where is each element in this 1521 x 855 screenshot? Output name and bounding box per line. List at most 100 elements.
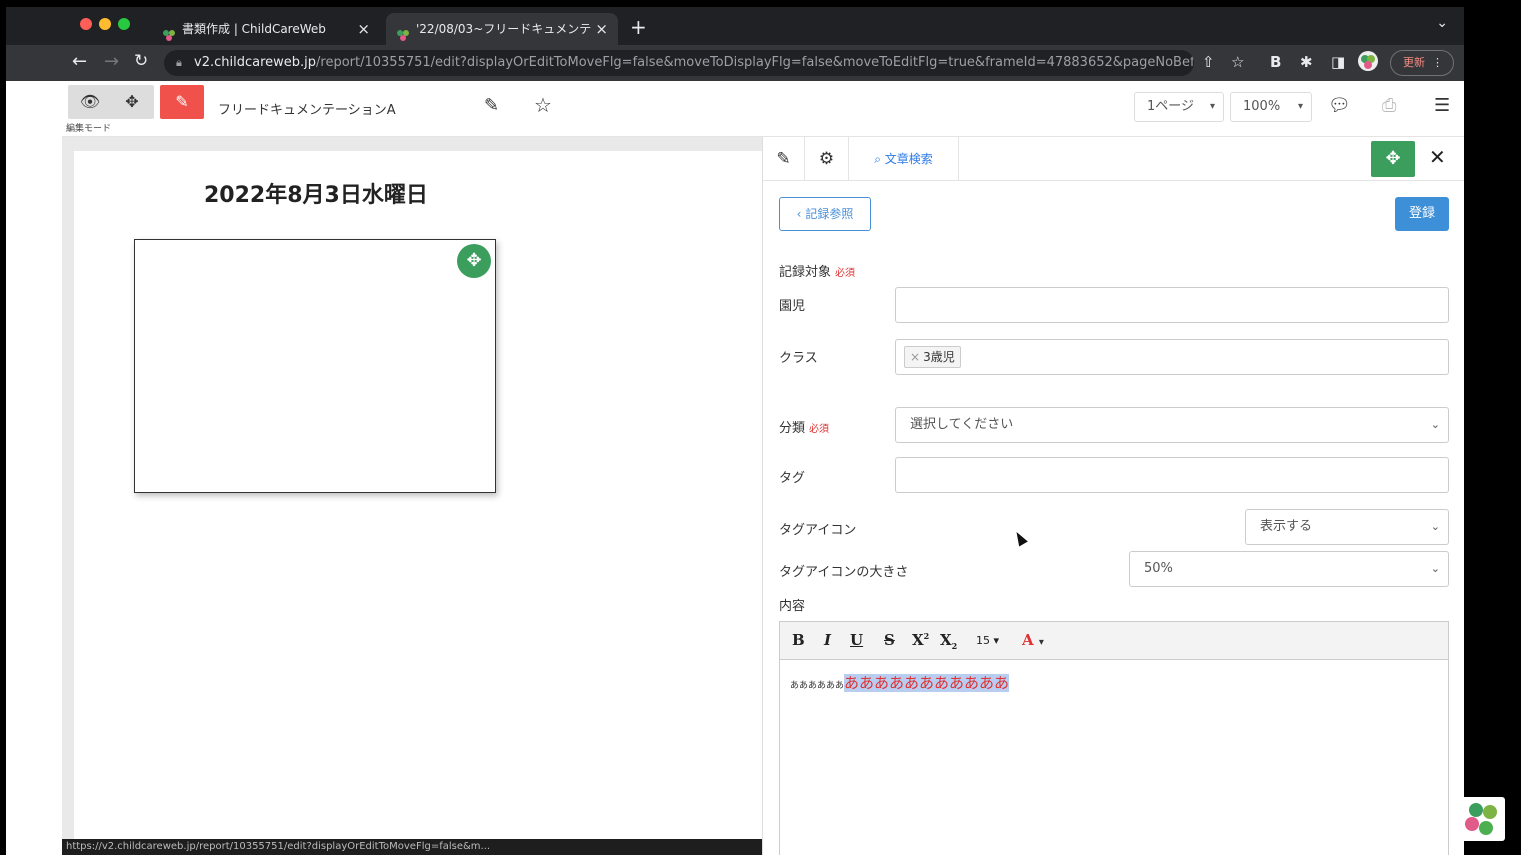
- required-badge: 必須: [835, 268, 856, 279]
- content-normal-text: ああああああ: [790, 681, 845, 691]
- subscript-icon[interactable]: X2: [940, 631, 957, 651]
- category-select[interactable]: 選択してください ⌄: [895, 407, 1449, 443]
- side-panel-icon[interactable]: ◨: [1331, 53, 1345, 71]
- url-path: /report/10355751/edit?displayOrEditToMov…: [316, 55, 1194, 70]
- remove-chip-icon[interactable]: ×: [910, 350, 920, 364]
- category-text: 分類: [779, 421, 806, 436]
- page-select-value: 1ページ: [1147, 99, 1195, 114]
- panel-tabs: ✎ ⚙ ⌕ 文章検索 ✥ ✕: [763, 137, 1464, 181]
- mode-label: 編集モード: [66, 124, 112, 134]
- app-toolbar: 👁︎ ✥ ✎ 編集モード フリードキュメンテーションA ✎ ☆ 1ページ ▾ 1…: [62, 81, 1464, 137]
- content-label: 内容: [779, 599, 806, 614]
- hamburger-menu-icon[interactable]: ☰: [1434, 95, 1450, 116]
- mode-switch: 👁︎ ✥: [68, 85, 154, 119]
- view-mode-eye-icon[interactable]: 👁︎: [68, 85, 112, 119]
- tag-icon-size-value: 50%: [1144, 561, 1173, 576]
- share-icon[interactable]: ⇧: [1202, 53, 1215, 71]
- tab-search-chevron-icon[interactable]: ⌄: [1436, 15, 1448, 31]
- status-url: https://v2.childcareweb.jp/report/103557…: [62, 839, 776, 855]
- comment-icon[interactable]: 💬︎: [1328, 95, 1351, 116]
- close-icon[interactable]: ✕: [1429, 145, 1446, 169]
- record-reference-label: 記録参照: [805, 207, 854, 221]
- chevron-down-icon: ▾: [1209, 101, 1215, 112]
- register-button[interactable]: 登録: [1395, 197, 1449, 231]
- chevron-left-icon: ‹: [796, 207, 802, 221]
- strikethrough-icon[interactable]: S: [884, 631, 895, 649]
- editor-toolbar: B I U S X2 X2 15 ▾ A ▾: [780, 622, 1448, 660]
- tag-field[interactable]: [895, 457, 1449, 493]
- close-tab-icon[interactable]: ×: [595, 13, 608, 45]
- childcare-favicon-icon: [396, 22, 410, 41]
- minimize-window-button[interactable]: [99, 18, 111, 30]
- tag-icon-select[interactable]: 表示する ⌄: [1245, 509, 1449, 545]
- rename-pencil-icon[interactable]: ✎: [484, 95, 499, 116]
- rich-text-editor[interactable]: B I U S X2 X2 15 ▾ A ▾ あああああああああああああああああ: [779, 621, 1449, 855]
- favorite-star-icon[interactable]: ☆: [534, 93, 552, 117]
- font-size-dropdown[interactable]: 15 ▾: [976, 634, 999, 647]
- move-mode-icon[interactable]: ✥: [110, 85, 154, 119]
- document-title: フリードキュメンテーションA: [218, 103, 396, 118]
- edit-mode-pencil-icon[interactable]: ✎: [160, 85, 204, 119]
- reload-icon[interactable]: ↻: [134, 51, 148, 71]
- superscript-icon[interactable]: X2: [912, 631, 929, 649]
- bookmark-star-icon[interactable]: ☆: [1231, 53, 1244, 71]
- zoom-select[interactable]: 100% ▾: [1230, 92, 1312, 122]
- childcare-favicon-icon: [162, 22, 176, 41]
- forward-arrow-icon[interactable]: →: [104, 51, 119, 72]
- print-icon[interactable]: ⎙: [1382, 95, 1396, 116]
- close-window-button[interactable]: [80, 18, 92, 30]
- tab-title: 書類作成 | ChildCareWeb: [182, 22, 326, 36]
- browser-window: 書類作成 | ChildCareWeb × '22/08/03~フリードキュメン…: [6, 7, 1464, 855]
- tab-edit-icon[interactable]: ✎: [763, 137, 805, 181]
- update-button[interactable]: 更新 ⋮: [1390, 50, 1454, 76]
- child-field[interactable]: [895, 287, 1449, 323]
- tab-text-search[interactable]: ⌕ 文章検索: [849, 137, 959, 181]
- document-canvas: 2022年8月3日水曜日 ✥: [62, 137, 764, 855]
- record-target-label: 記録対象 必須: [779, 261, 855, 280]
- tab-title: '22/08/03~フリードキュメンテ: [416, 22, 592, 36]
- tag-label: タグ: [779, 471, 806, 486]
- search-icon: ⌕: [874, 152, 881, 166]
- back-arrow-icon[interactable]: ←: [72, 51, 87, 72]
- tag-icon-value: 表示する: [1260, 519, 1313, 534]
- child-label: 園児: [779, 299, 806, 314]
- class-field[interactable]: × 3歳児: [895, 339, 1449, 375]
- close-tab-icon[interactable]: ×: [357, 13, 370, 45]
- extensions-puzzle-icon[interactable]: ✱: [1300, 53, 1313, 71]
- chevron-down-icon: ▾: [1297, 101, 1303, 112]
- childcareweb-logo-icon: [1461, 797, 1505, 841]
- profile-avatar[interactable]: [1358, 51, 1378, 75]
- url-field[interactable]: 🔒︎ v2.childcareweb.jp/report/10355751/ed…: [164, 50, 1194, 76]
- logo-dot: [1479, 821, 1493, 835]
- date-title: 2022年8月3日水曜日: [204, 183, 428, 208]
- bold-icon[interactable]: B: [792, 631, 805, 649]
- class-chip-label: 3歳児: [923, 350, 955, 364]
- kebab-menu-icon[interactable]: ⋮: [1432, 51, 1443, 75]
- font-color-icon[interactable]: A ▾: [1022, 631, 1044, 649]
- chevron-down-icon: ⌄: [1430, 520, 1440, 533]
- class-chip[interactable]: × 3歳児: [904, 346, 961, 368]
- page-select[interactable]: 1ページ ▾: [1134, 92, 1224, 122]
- panel-move-icon[interactable]: ✥: [1371, 141, 1415, 177]
- tag-icon-size-select[interactable]: 50% ⌄: [1129, 551, 1449, 587]
- tab-free-documentation[interactable]: '22/08/03~フリードキュメンテ ×: [386, 13, 618, 45]
- edit-panel: ✎ ⚙ ⌕ 文章検索 ✥ ✕ ‹ 記録参照 登録 記録対象 必須 園児 クラス ×…: [762, 137, 1464, 855]
- record-reference-button[interactable]: ‹ 記録参照: [779, 197, 871, 231]
- extension-b-icon[interactable]: B: [1270, 53, 1281, 71]
- underline-icon[interactable]: U: [850, 631, 863, 649]
- logo-dot: [1465, 817, 1479, 831]
- move-handle-icon[interactable]: ✥: [457, 244, 491, 278]
- tab-childcareweb[interactable]: 書類作成 | ChildCareWeb ×: [152, 13, 380, 45]
- tab-settings-gear-icon[interactable]: ⚙: [805, 137, 849, 181]
- content-frame[interactable]: ✥: [134, 239, 496, 493]
- logo-dot: [1469, 803, 1483, 817]
- italic-icon[interactable]: I: [824, 631, 831, 649]
- tab-bar: 書類作成 | ChildCareWeb × '22/08/03~フリードキュメン…: [6, 7, 1464, 45]
- maximize-window-button[interactable]: [118, 18, 130, 30]
- new-tab-icon[interactable]: +: [630, 15, 647, 39]
- record-target-text: 記録対象: [779, 265, 832, 280]
- tag-icon-size-label: タグアイコンの大きさ: [779, 565, 909, 580]
- zoom-select-value: 100%: [1243, 99, 1281, 114]
- category-placeholder: 選択してください: [910, 417, 1014, 432]
- editor-content[interactable]: あああああああああああああああああ: [790, 672, 1010, 693]
